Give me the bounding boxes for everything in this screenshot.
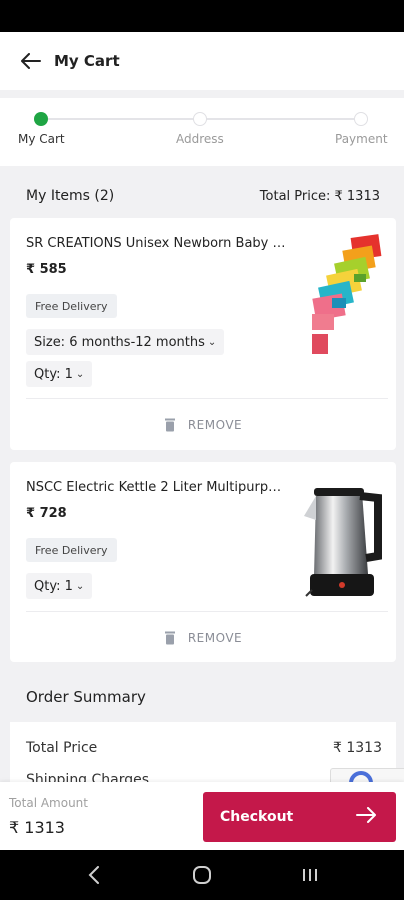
item-price: ₹ 585 — [26, 262, 67, 277]
step-connector — [206, 118, 354, 120]
qty-select[interactable]: Qty: 1 ⌄ — [26, 573, 93, 599]
page-title: My Cart — [54, 52, 120, 70]
qty-value: Qty: 1 — [34, 578, 73, 594]
status-bar — [0, 0, 404, 32]
card-divider — [26, 611, 388, 612]
order-summary-title: Order Summary — [26, 688, 146, 706]
baby-clothes-image[interactable] — [302, 234, 382, 358]
trash-icon — [164, 418, 176, 432]
step-label-address: Address — [176, 132, 224, 146]
system-nav-bar — [0, 850, 404, 900]
back-arrow-icon[interactable] — [20, 50, 42, 72]
remove-button[interactable]: REMOVE — [10, 626, 396, 650]
step-connector — [48, 118, 194, 120]
chevron-down-icon: ⌄ — [75, 580, 85, 592]
cart-item-card: SR CREATIONS Unisex Newborn Baby Kurta..… — [10, 218, 396, 450]
cart-item-card: NSCC Electric Kettle 2 Liter Multipurpos… — [10, 462, 396, 662]
summary-value: ₹ 1313 — [333, 740, 382, 756]
total-amount-label: Total Amount — [9, 796, 88, 810]
remove-button[interactable]: REMOVE — [10, 413, 396, 437]
items-header: My Items (2) Total Price: ₹ 1313 — [0, 176, 404, 216]
nav-recents-icon[interactable] — [290, 855, 330, 895]
summary-row-shipping: Shipping Charges — [26, 772, 382, 782]
item-price: ₹ 728 — [26, 506, 67, 521]
qty-value: Qty: 1 — [34, 366, 73, 382]
chevron-down-icon: ⌄ — [207, 336, 217, 348]
size-select[interactable]: Size: 6 months-12 months ⌄ — [26, 329, 225, 355]
qty-select[interactable]: Qty: 1 ⌄ — [26, 361, 93, 387]
item-title[interactable]: NSCC Electric Kettle 2 Liter Multipurpos… — [26, 480, 288, 495]
checkout-label: Checkout — [220, 809, 294, 825]
checkout-bar: Total Amount ₹ 1313 Checkout — [0, 782, 404, 850]
checkout-button[interactable]: Checkout — [203, 792, 396, 842]
app-bar: My Cart — [0, 32, 404, 90]
items-total-price: Total Price: ₹ 1313 — [259, 188, 380, 204]
nav-home-icon[interactable] — [182, 855, 222, 895]
step-label-payment: Payment — [335, 132, 388, 146]
step-dot-address — [193, 112, 207, 126]
summary-row-total-price: Total Price ₹ 1313 — [26, 740, 382, 756]
remove-label: REMOVE — [187, 631, 243, 645]
summary-label: Total Price — [26, 740, 98, 756]
trash-icon — [164, 631, 176, 645]
free-delivery-badge: Free Delivery — [26, 538, 117, 562]
free-delivery-badge: Free Delivery — [26, 294, 117, 318]
size-value: Size: 6 months-12 months — [34, 334, 205, 350]
step-dot-payment — [354, 112, 368, 126]
total-amount-value: ₹ 1313 — [9, 818, 65, 837]
item-title[interactable]: SR CREATIONS Unisex Newborn Baby Kurta..… — [26, 236, 288, 251]
nav-back-icon[interactable] — [74, 855, 114, 895]
step-label-my-cart: My Cart — [18, 132, 65, 146]
chevron-down-icon: ⌄ — [75, 368, 85, 380]
checkout-stepper: My Cart Address Payment — [0, 98, 404, 166]
card-divider — [26, 398, 388, 399]
items-count-title: My Items (2) — [26, 188, 115, 204]
arrow-right-icon — [356, 807, 376, 827]
step-dot-my-cart — [34, 112, 48, 126]
summary-label: Shipping Charges — [26, 772, 150, 782]
remove-label: REMOVE — [187, 418, 243, 432]
electric-kettle-image[interactable] — [302, 486, 382, 606]
